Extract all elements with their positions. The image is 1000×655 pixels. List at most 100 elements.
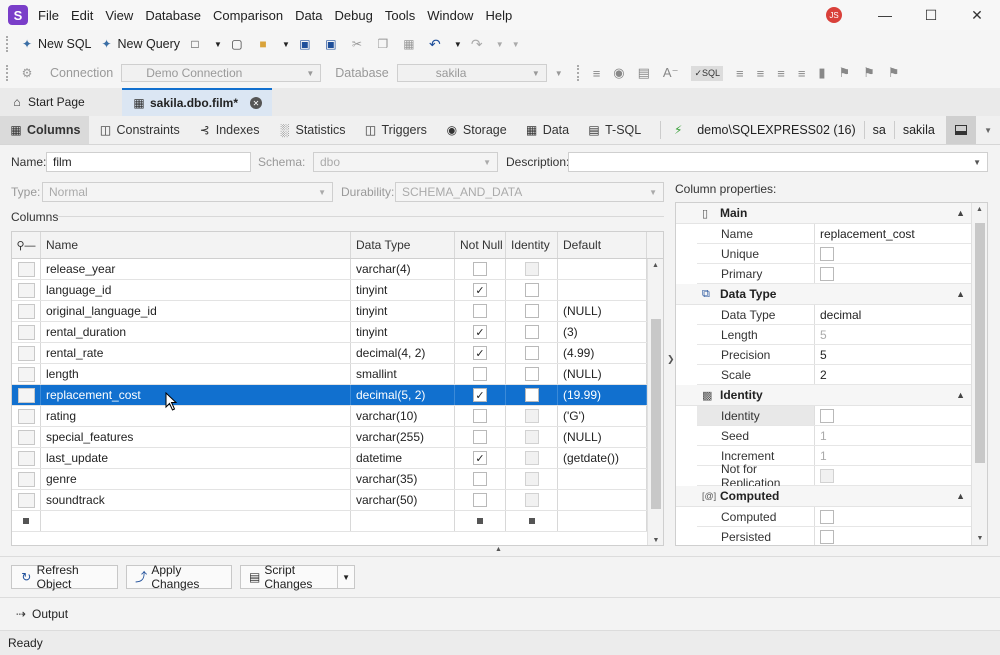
menu-view[interactable]: View bbox=[105, 8, 133, 23]
prop-identity[interactable]: Identity bbox=[697, 406, 987, 426]
table-row[interactable]: soundtrack varchar(50) bbox=[12, 490, 663, 511]
prop-seed[interactable]: Seed 1 bbox=[697, 426, 987, 446]
row-selector[interactable] bbox=[12, 280, 41, 300]
datatype-column-header[interactable]: Data Type bbox=[351, 232, 455, 258]
type-select[interactable]: Normal ▼ bbox=[42, 182, 333, 202]
tab-constraints[interactable]: ◫ Constraints bbox=[89, 116, 188, 144]
column-name-cell[interactable]: rental_duration bbox=[41, 322, 351, 342]
script-dropdown-arrow[interactable]: ▼ bbox=[337, 566, 354, 588]
table-row[interactable]: release_year varchar(4) bbox=[12, 259, 663, 280]
menu-help[interactable]: Help bbox=[485, 8, 512, 23]
group-data-type[interactable]: ⧉ Data Type ▲ bbox=[676, 284, 987, 305]
column-name-cell[interactable]: rating bbox=[41, 406, 351, 426]
data-type-cell[interactable]: tinyint bbox=[351, 322, 455, 342]
refresh-object-button[interactable]: ↻ Refresh Object bbox=[11, 563, 118, 591]
menu-tools[interactable]: Tools bbox=[385, 8, 415, 23]
menu-file[interactable]: File bbox=[38, 8, 59, 23]
computed-checkbox[interactable] bbox=[820, 509, 834, 524]
chevron-right-icon[interactable]: ❯ bbox=[667, 354, 675, 365]
data-type-cell[interactable]: datetime bbox=[351, 448, 455, 468]
bookmark-prev-icon[interactable]: ⚑ bbox=[839, 65, 851, 81]
tab-data[interactable]: ▦ Data bbox=[516, 116, 578, 144]
not-null-checkbox[interactable]: ✓ bbox=[473, 388, 487, 402]
prop-precision[interactable]: Precision 5 bbox=[697, 345, 987, 365]
column-name-cell[interactable]: special_features bbox=[41, 427, 351, 447]
default-cell[interactable]: (19.99) bbox=[558, 385, 647, 405]
minimize-button[interactable]: — bbox=[862, 0, 908, 30]
table-row[interactable]: length smallint (NULL) bbox=[12, 364, 663, 385]
new-row-name-cell[interactable] bbox=[41, 511, 351, 531]
default-cell[interactable]: (4.99) bbox=[558, 343, 647, 363]
default-cell[interactable]: (NULL) bbox=[558, 427, 647, 447]
notnull-column-header[interactable]: Not Null bbox=[455, 232, 506, 258]
new-query-button[interactable]: ✦ New Query bbox=[96, 33, 185, 55]
durability-select[interactable]: SCHEMA_AND_DATA ▼ bbox=[395, 182, 664, 202]
table-row[interactable]: rental_rate decimal(4, 2) ✓ (4.99) bbox=[12, 343, 663, 364]
identity-checkbox[interactable] bbox=[524, 367, 539, 381]
identity-checkbox[interactable] bbox=[820, 408, 834, 423]
scroll-up-icon[interactable]: ▲ bbox=[648, 262, 663, 269]
not-null-checkbox[interactable]: ✓ bbox=[473, 451, 487, 465]
row-selector[interactable] bbox=[12, 259, 41, 279]
table-row[interactable]: genre varchar(35) bbox=[12, 469, 663, 490]
scroll-thumb[interactable] bbox=[650, 319, 661, 509]
tab-film-table[interactable]: ▦ sakila.dbo.film* ✕ bbox=[122, 88, 272, 116]
name-column-header[interactable]: Name bbox=[41, 232, 351, 258]
default-cell[interactable] bbox=[558, 280, 647, 300]
toolbar-overflow[interactable]: ▼ bbox=[508, 33, 524, 55]
row-selector[interactable] bbox=[12, 343, 41, 363]
app-logo[interactable]: S bbox=[8, 5, 28, 25]
output-tab[interactable]: Output bbox=[32, 607, 68, 621]
default-cell[interactable]: (3) bbox=[558, 322, 647, 342]
scroll-down-icon[interactable]: ▼ bbox=[972, 535, 987, 542]
row-selector[interactable] bbox=[12, 364, 41, 384]
identity-checkbox[interactable] bbox=[524, 430, 539, 444]
default-cell[interactable] bbox=[558, 469, 647, 489]
align-icon[interactable]: ≡ bbox=[777, 66, 785, 81]
collapse-icon[interactable]: ▲ bbox=[956, 390, 965, 400]
table-row[interactable]: replacement_cost decimal(5, 2) ✓ (19.99) bbox=[12, 385, 663, 406]
prop-name[interactable]: Name replacement_cost bbox=[697, 224, 987, 244]
identity-checkbox[interactable] bbox=[524, 451, 539, 465]
not-null-checkbox[interactable] bbox=[473, 493, 487, 507]
prop-primary[interactable]: Primary bbox=[697, 264, 987, 284]
new-row-type-cell[interactable] bbox=[351, 511, 455, 531]
identity-checkbox[interactable] bbox=[524, 325, 539, 339]
copy-button[interactable]: ❐ bbox=[372, 33, 398, 55]
identity-checkbox[interactable] bbox=[524, 262, 539, 276]
bookmark-clear-icon[interactable]: ⚑ bbox=[888, 65, 900, 81]
new-document-dropdown[interactable]: ▼ bbox=[210, 33, 226, 55]
connection-select[interactable]: Demo Connection ▼ bbox=[121, 64, 322, 82]
primary-checkbox[interactable] bbox=[820, 266, 834, 281]
grid-scrollbar[interactable]: ▲ ▼ bbox=[647, 259, 663, 545]
name-input[interactable]: film bbox=[46, 152, 251, 172]
identity-checkbox[interactable] bbox=[524, 346, 539, 360]
user-avatar[interactable]: JS bbox=[826, 7, 842, 23]
redo-button[interactable]: ↷ bbox=[466, 33, 492, 55]
menu-database[interactable]: Database bbox=[145, 8, 201, 23]
row-selector[interactable] bbox=[12, 322, 41, 342]
data-type-cell[interactable]: decimal(5, 2) bbox=[351, 385, 455, 405]
table-row[interactable]: rental_duration tinyint ✓ (3) bbox=[12, 322, 663, 343]
data-type-cell[interactable]: varchar(4) bbox=[351, 259, 455, 279]
default-cell[interactable]: (getdate()) bbox=[558, 448, 647, 468]
default-cell[interactable]: ('G') bbox=[558, 406, 647, 426]
font-icon[interactable]: A⁻ bbox=[663, 65, 679, 81]
description-input[interactable]: ▼ bbox=[568, 152, 988, 172]
tab-tsql[interactable]: ▤ T-SQL bbox=[578, 116, 650, 144]
default-column-header[interactable]: Default bbox=[558, 232, 647, 258]
prop-value[interactable]: decimal bbox=[815, 305, 987, 324]
undo-dropdown[interactable]: ▼ bbox=[450, 33, 466, 55]
not-null-checkbox[interactable]: ✓ bbox=[473, 283, 487, 297]
data-type-cell[interactable]: smallint bbox=[351, 364, 455, 384]
group-computed[interactable]: [@] Computed ▲ bbox=[676, 486, 987, 507]
camera-icon[interactable]: ◉ bbox=[613, 65, 624, 81]
new-row-default-cell[interactable] bbox=[558, 511, 647, 531]
outdent-icon[interactable]: ≡ bbox=[757, 66, 765, 81]
maximize-button[interactable]: ☐ bbox=[908, 0, 954, 30]
not-null-checkbox[interactable] bbox=[473, 304, 487, 318]
column-name-cell[interactable]: length bbox=[41, 364, 351, 384]
database-dropdown-arrow[interactable]: ▼ bbox=[555, 69, 563, 78]
list-icon[interactable]: ≡ bbox=[798, 66, 806, 81]
tab-start-page[interactable]: ⌂ Start Page bbox=[0, 88, 122, 116]
